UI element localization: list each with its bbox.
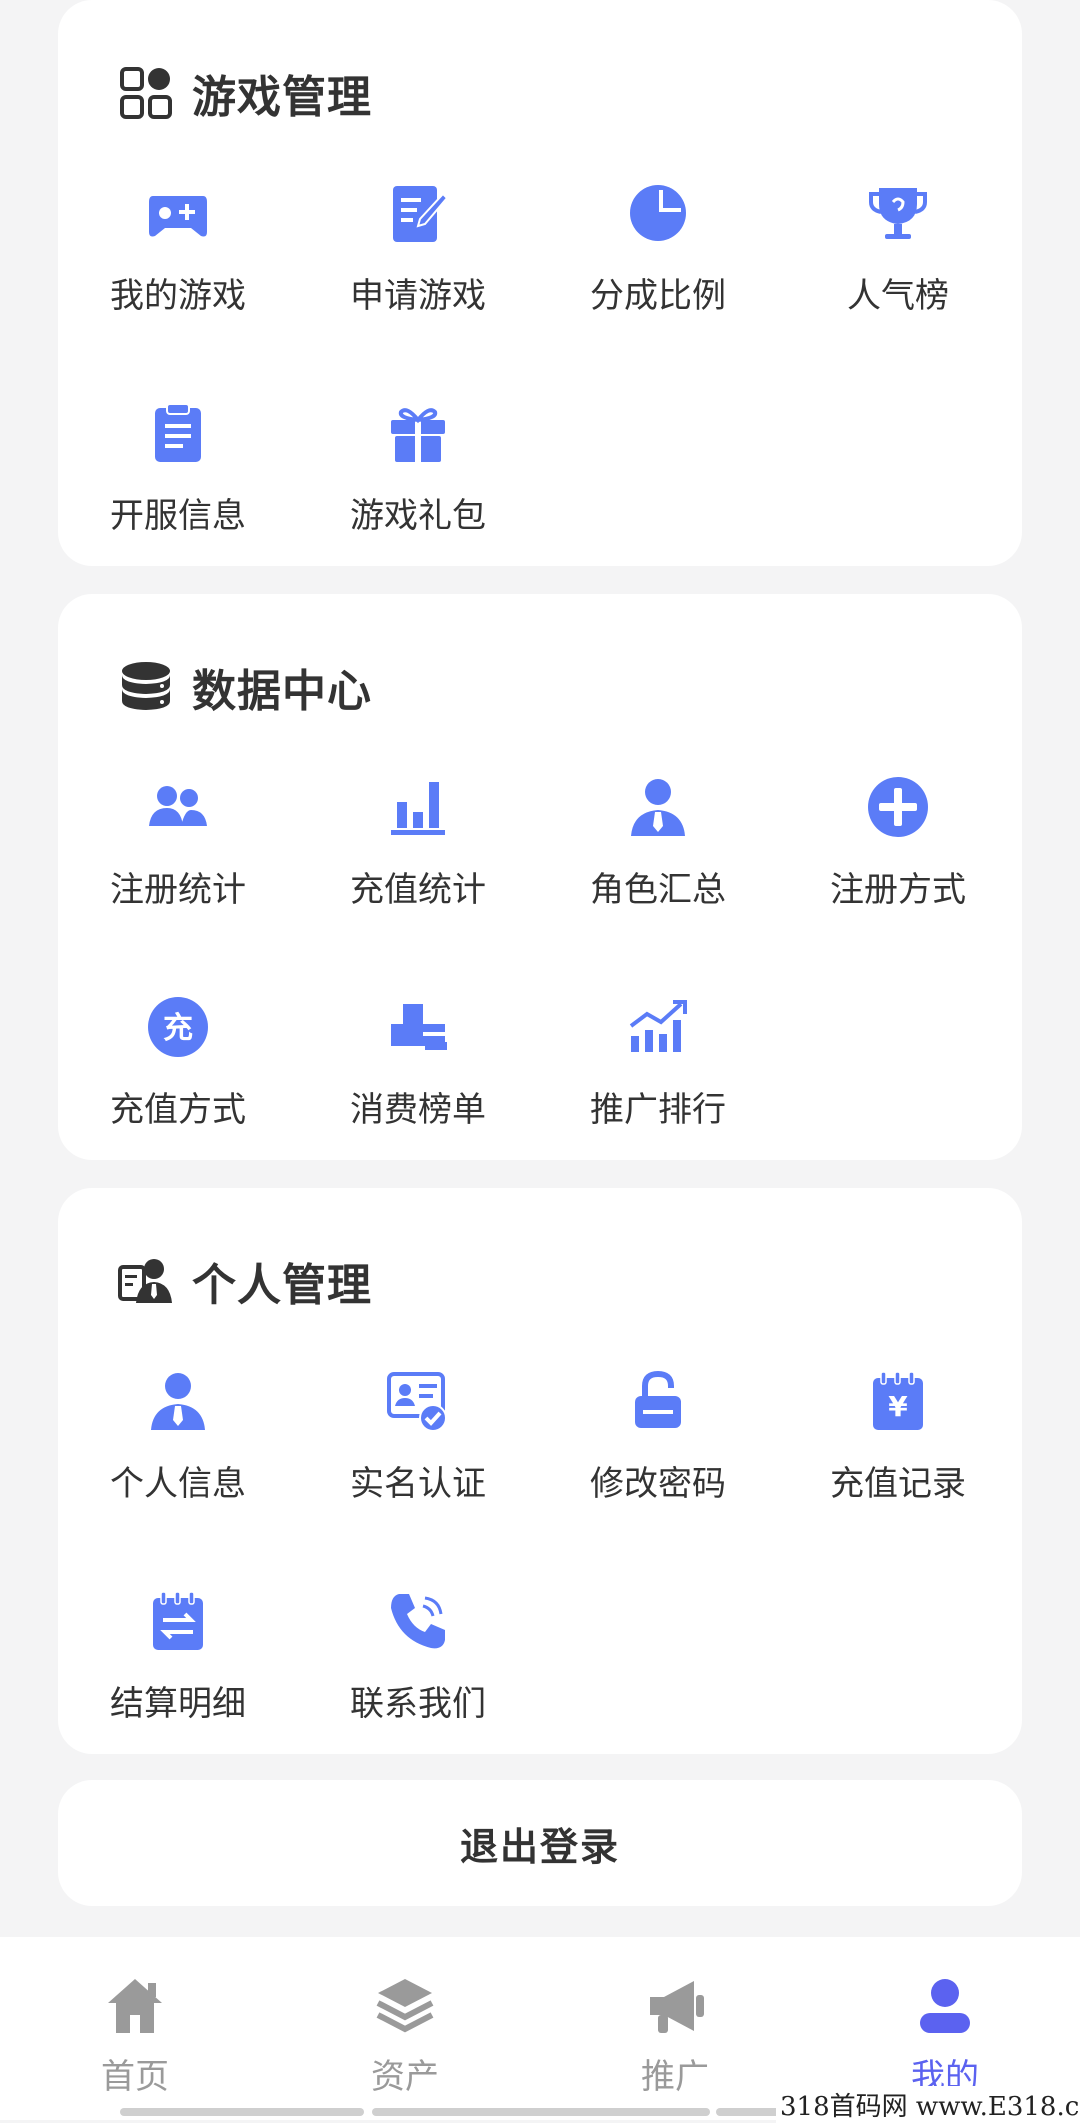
bar-chart-icon — [391, 782, 445, 835]
yuan-receipt-icon: ¥ — [873, 1371, 923, 1430]
menu-item-promotion-ranking[interactable]: 推广排行 — [538, 994, 778, 1194]
menu-item-server-info[interactable]: 开服信息 — [58, 400, 298, 600]
menu-item-label: 我的游戏 — [110, 276, 246, 316]
manager-profile-icon — [118, 1259, 172, 1303]
menu-item-label: 推广排行 — [590, 1090, 726, 1130]
menu-item-apply-game[interactable]: 申请游戏 — [298, 180, 538, 380]
lock-icon — [635, 1370, 681, 1428]
menu-item-label: 结算明细 — [110, 1684, 246, 1724]
section-title: 数据中心 — [192, 666, 372, 717]
edit-document-icon — [393, 186, 449, 242]
section-header: 游戏管理 — [118, 58, 372, 128]
database-icon — [122, 662, 170, 710]
menu-item-label: 修改密码 — [590, 1464, 726, 1504]
tab-assets[interactable]: 资产 — [270, 1937, 540, 2120]
trophy-icon — [869, 188, 927, 239]
person-tie-icon — [151, 1373, 205, 1430]
section-card-game-management: 游戏管理 我的游戏 申请游戏 分成比例 人气榜 开服信息 游戏礼包 — [58, 0, 1022, 566]
gamepad-icon — [149, 196, 207, 237]
menu-item-popularity[interactable]: 人气榜 — [778, 180, 1018, 380]
menu-item-label: 人气榜 — [847, 276, 949, 316]
menu-item-recharge-records[interactable]: ¥ 充值记录 — [778, 1368, 1018, 1568]
badge-text: 充 — [163, 1011, 193, 1046]
phone-call-icon — [391, 1594, 445, 1649]
logout-button[interactable]: 退出登录 — [58, 1780, 1022, 1906]
menu-item-real-name-auth[interactable]: 实名认证 — [298, 1368, 538, 1568]
gift-icon — [391, 408, 445, 462]
menu-item-label: 充值统计 — [350, 870, 486, 910]
home-indicator — [120, 2108, 364, 2116]
menu-item-role-summary[interactable]: 角色汇总 — [538, 774, 778, 974]
menu-item-recharge-stats[interactable]: 充值统计 — [298, 774, 538, 974]
menu-item-label: 充值方式 — [110, 1090, 246, 1130]
section-title: 游戏管理 — [192, 72, 372, 123]
menu-item-change-password[interactable]: 修改密码 — [538, 1368, 778, 1568]
trend-chart-icon — [629, 1000, 687, 1052]
id-card-verified-icon — [387, 1372, 447, 1432]
menu-item-label: 角色汇总 — [590, 870, 726, 910]
podium-icon — [391, 1004, 447, 1050]
users-icon — [149, 786, 207, 826]
section-header: 数据中心 — [118, 652, 372, 722]
section-header: 个人管理 — [118, 1246, 372, 1316]
pie-chart-icon — [630, 185, 686, 241]
watermark-text: 318首码网 www.E318.com — [776, 2086, 1080, 2123]
menu-item-label: 注册方式 — [830, 870, 966, 910]
menu-item-spending-ranking[interactable]: 消费榜单 — [298, 994, 538, 1194]
layers-icon — [376, 1979, 434, 2033]
tab-label: 首页 — [101, 2057, 169, 2097]
menu-item-settlement-details[interactable]: 结算明细 — [58, 1588, 298, 1788]
menu-item-label: 个人信息 — [110, 1464, 246, 1504]
apps-grid-icon — [120, 67, 172, 119]
menu-item-label: 游戏礼包 — [350, 496, 486, 536]
menu-item-my-games[interactable]: 我的游戏 — [58, 180, 298, 380]
settlement-notepad-icon — [153, 1591, 203, 1650]
badge-text: ¥ — [888, 1390, 908, 1423]
clipboard-icon — [155, 403, 201, 462]
tab-label: 资产 — [371, 2057, 439, 2097]
home-icon — [108, 1979, 162, 2033]
menu-item-label: 充值记录 — [830, 1464, 966, 1504]
recharge-badge-icon: 充 — [148, 997, 208, 1057]
menu-item-contact-us[interactable]: 联系我们 — [298, 1588, 538, 1788]
home-indicator — [372, 2108, 710, 2116]
section-title: 个人管理 — [192, 1260, 372, 1311]
menu-item-revenue-share[interactable]: 分成比例 — [538, 180, 778, 380]
person-tie-icon — [631, 779, 685, 836]
tab-promotion[interactable]: 推广 — [540, 1937, 810, 2120]
menu-item-label: 分成比例 — [590, 276, 726, 316]
user-icon — [920, 1979, 970, 2033]
menu-item-label: 消费榜单 — [350, 1090, 486, 1130]
section-card-data-center: 数据中心 注册统计 充值统计 角色汇总 注册方式 充 充值方式 消费榜单 推广排… — [58, 594, 1022, 1160]
section-card-personal-management: 个人管理 个人信息 实名认证 修改密码 ¥ 充值记录 结算明细 联系我们 — [58, 1188, 1022, 1754]
megaphone-icon — [650, 1981, 704, 2033]
tab-home[interactable]: 首页 — [0, 1937, 270, 2120]
menu-item-label: 开服信息 — [110, 496, 246, 536]
menu-item-registration-method[interactable]: 注册方式 — [778, 774, 1018, 974]
menu-item-registration-stats[interactable]: 注册统计 — [58, 774, 298, 974]
plus-circle-icon — [868, 777, 928, 837]
menu-item-personal-info[interactable]: 个人信息 — [58, 1368, 298, 1568]
tab-label: 推广 — [641, 2057, 709, 2097]
menu-item-label: 注册统计 — [110, 870, 246, 910]
menu-item-label: 联系我们 — [350, 1684, 486, 1724]
menu-item-game-gifts[interactable]: 游戏礼包 — [298, 400, 538, 600]
menu-item-label: 实名认证 — [350, 1464, 486, 1504]
menu-item-recharge-method[interactable]: 充 充值方式 — [58, 994, 298, 1194]
menu-item-label: 申请游戏 — [350, 276, 486, 316]
